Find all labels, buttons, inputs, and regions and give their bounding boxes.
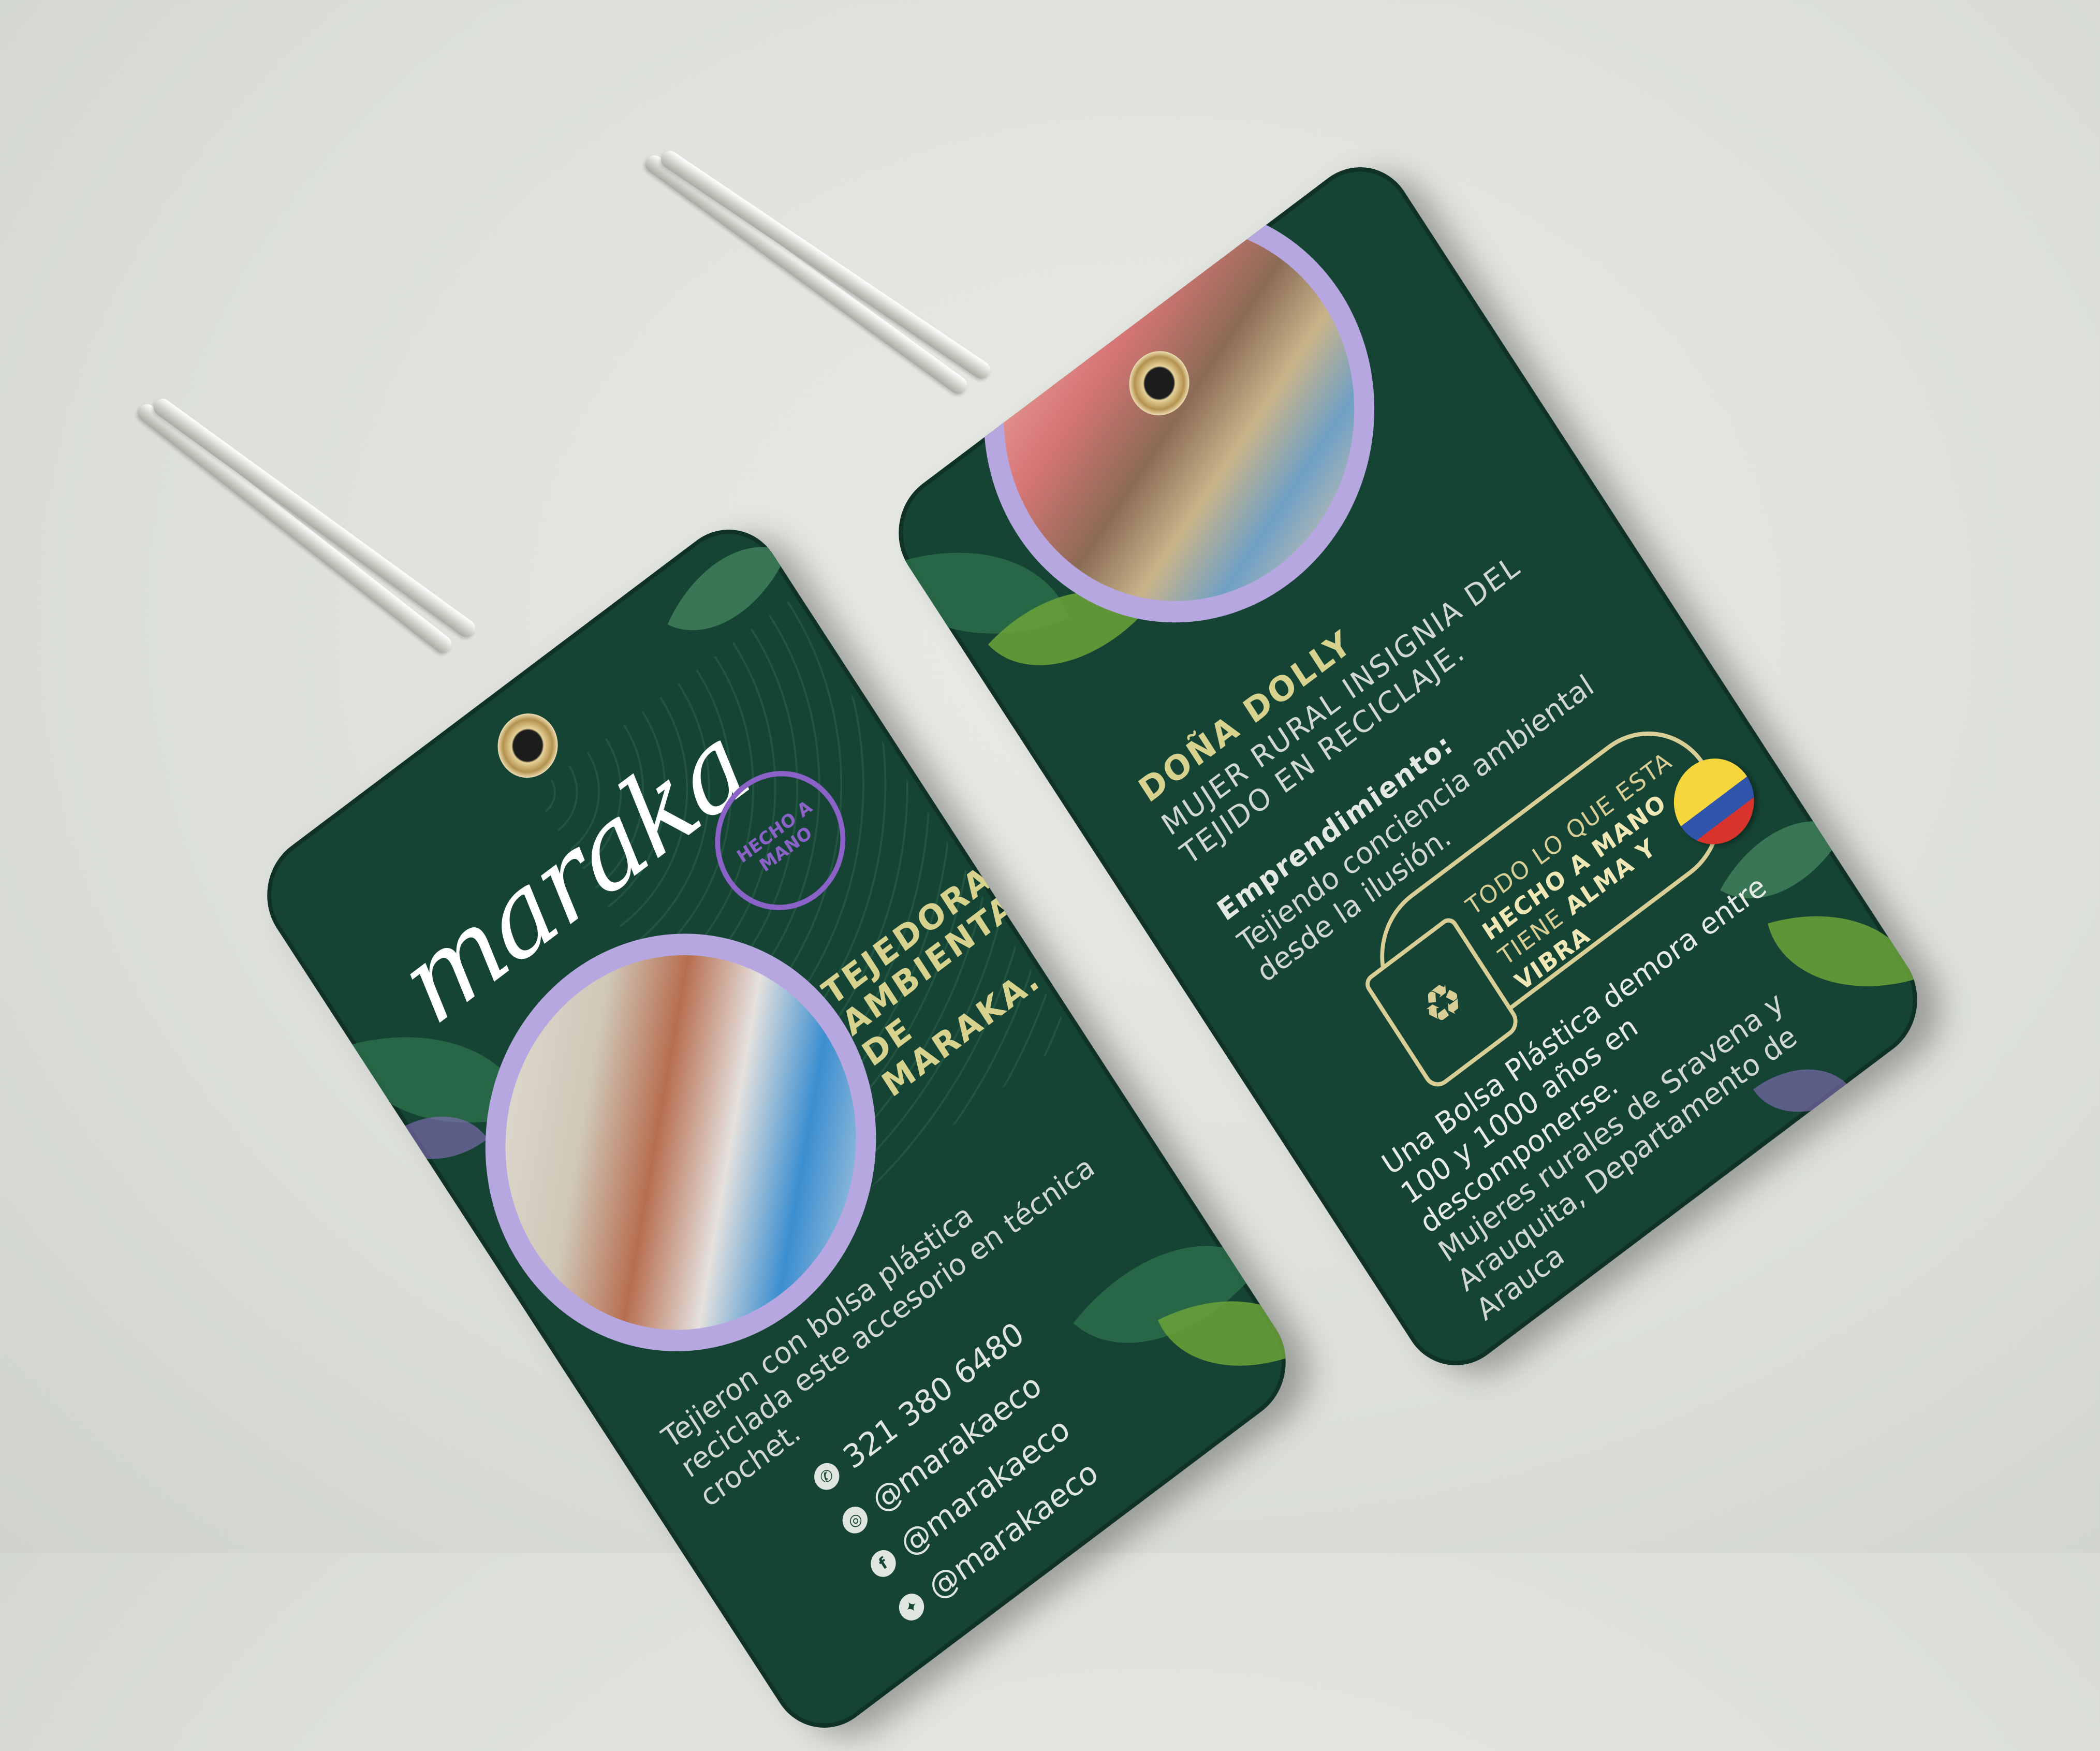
facebook-icon: f	[865, 1544, 901, 1582]
right-tag-string-2	[657, 147, 994, 383]
right-tag-string	[642, 152, 971, 398]
whatsapp-icon: ✆	[809, 1457, 844, 1495]
twitter-icon: ✦	[894, 1588, 929, 1626]
left-tag-string	[134, 400, 456, 657]
leaf-decoration	[1073, 1191, 1261, 1398]
product-scene: maraka HECHO A MANO TEJEDORAS AMBIENTALE…	[0, 0, 2100, 1751]
recycle-icon: ♻	[1411, 968, 1474, 1039]
left-tag-string-2	[150, 395, 479, 641]
instagram-icon: ◎	[838, 1501, 873, 1539]
stamp-text: HECHO A MANO	[733, 796, 816, 877]
